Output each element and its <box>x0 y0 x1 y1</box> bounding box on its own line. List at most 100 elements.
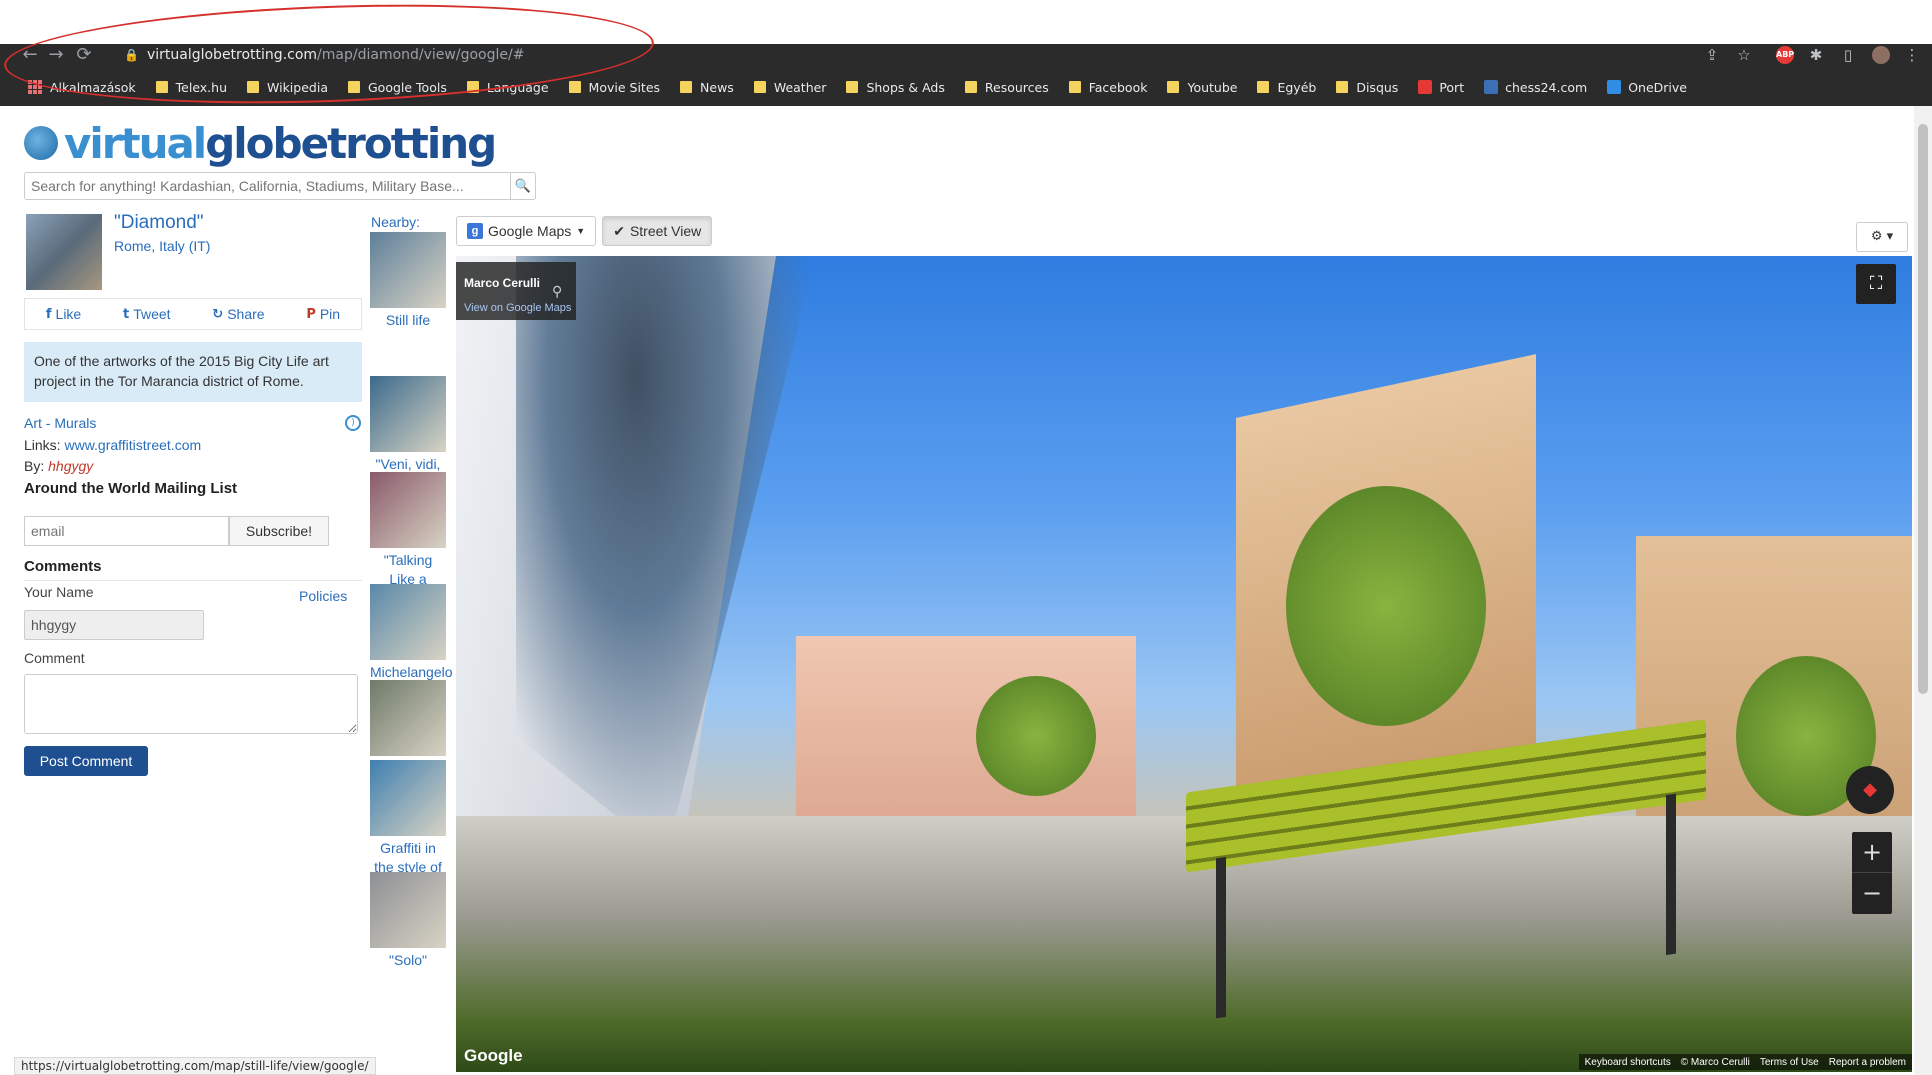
bookmark-item[interactable]: Resources <box>964 80 1049 95</box>
bookmark-item[interactable]: Youtube <box>1167 80 1237 95</box>
nearby-thumbnail[interactable] <box>370 872 446 948</box>
policies-link[interactable]: Policies <box>299 588 347 604</box>
google-maps-label: Google Maps <box>488 223 572 239</box>
nearby-label-link[interactable]: Still life <box>370 311 446 330</box>
scrollbar-thumb[interactable] <box>1918 124 1928 694</box>
nearby-item[interactable]: "Solo" <box>370 872 446 970</box>
search-button[interactable]: 🔍 <box>510 172 536 200</box>
bookmark-item[interactable]: Shops & Ads <box>846 79 945 95</box>
comment-textarea[interactable] <box>24 674 358 734</box>
zoom-control: + − <box>1852 832 1892 914</box>
subscribe-button[interactable]: Subscribe! <box>229 516 329 546</box>
side-panel-icon[interactable]: ▯ <box>1838 45 1858 65</box>
name-field[interactable] <box>24 610 204 640</box>
bookmark-item[interactable]: Port <box>1418 80 1464 95</box>
bookmark-item[interactable]: Language <box>466 79 549 95</box>
nearby-thumbnail[interactable] <box>370 584 446 660</box>
your-name-label: Your Name <box>24 584 94 600</box>
nearby-thumbnail[interactable] <box>370 376 446 452</box>
logo-part2: globetrotting <box>205 118 497 168</box>
nearby-thumbnail[interactable] <box>370 680 446 756</box>
caret-down-icon: ▼ <box>576 226 586 236</box>
folder-icon <box>1336 81 1349 93</box>
share-page-icon[interactable]: ⇪ <box>1702 45 1722 65</box>
reload-icon[interactable]: ⟳ <box>70 46 98 64</box>
folder-icon <box>347 81 360 93</box>
reddit-share-button[interactable]: ↻ Share <box>212 306 264 322</box>
bookmark-item[interactable]: Disqus <box>1336 80 1398 95</box>
bookmark-item[interactable]: Movie Sites <box>568 80 660 95</box>
browser-menu-icon[interactable]: ⋮ <box>1902 45 1922 65</box>
map-toolbar: g Google Maps ▼ ✔ Street View <box>456 216 713 246</box>
back-icon[interactable]: ← <box>16 46 44 64</box>
pin-button[interactable]: P Pin <box>306 306 340 322</box>
category-link[interactable]: Art - Murals <box>24 415 96 431</box>
bookmark-item[interactable]: chess24.com <box>1484 80 1587 95</box>
profile-avatar[interactable] <box>1872 46 1890 64</box>
bookmark-label: Shops & Ads <box>866 79 945 95</box>
rss-icon[interactable]: ) <box>345 415 361 431</box>
url-bar[interactable]: 🔒 virtualglobetrotting.com/map/diamond/vi… <box>124 46 1684 64</box>
bookmark-item[interactable]: OneDrive <box>1607 80 1687 95</box>
street-view-button[interactable]: ✔ Street View <box>602 216 713 246</box>
google-maps-dropdown[interactable]: g Google Maps ▼ <box>456 216 597 246</box>
logo-part1: virtual <box>64 118 207 168</box>
adblock-extension-icon[interactable]: ABP <box>1776 46 1794 64</box>
fullscreen-button[interactable]: ⛶ <box>1856 264 1896 304</box>
photo-author[interactable]: Marco Cerulli <box>464 276 540 290</box>
post-comment-button[interactable]: Post Comment <box>24 746 148 776</box>
street-view-label: Street View <box>629 223 702 239</box>
forward-icon[interactable]: → <box>42 46 70 64</box>
comment-label: Comment <box>24 650 85 666</box>
ground <box>456 816 1912 1072</box>
bookmark-label: Alkalmazások <box>50 79 136 95</box>
search-input[interactable] <box>24 172 510 200</box>
place-thumbnail[interactable] <box>26 214 102 290</box>
nearby-thumbnail[interactable] <box>370 760 446 836</box>
email-field[interactable] <box>24 516 229 546</box>
nearby-thumbnail[interactable] <box>370 232 446 308</box>
bookmark-item[interactable]: Wikipedia <box>247 80 328 95</box>
location-pin-icon[interactable]: ⚲ <box>552 284 562 300</box>
bookmark-item[interactable]: Google Tools <box>347 80 447 95</box>
compass-control[interactable]: ◆ <box>1846 766 1894 814</box>
terms-of-use-link[interactable]: Terms of Use <box>1760 1057 1819 1068</box>
site-logo[interactable]: virtual globetrotting <box>24 118 497 168</box>
bookmark-item[interactable]: Weather <box>753 80 826 95</box>
bookmark-star-icon[interactable]: ☆ <box>1734 45 1754 65</box>
street-view-panorama[interactable]: Marco Cerulli View on Google Maps ⚲ ⛶ ◆ … <box>456 256 1912 1072</box>
bookmark-item[interactable]: Telex.hu <box>155 80 227 95</box>
external-link[interactable]: www.graffitistreet.com <box>64 437 201 453</box>
share-bar: f Like t Tweet ↻ Share P Pin <box>24 298 362 330</box>
nearby-thumbnail[interactable] <box>370 472 446 548</box>
tweet-label: Tweet <box>133 306 171 322</box>
place-location-link[interactable]: Rome, Italy (IT) <box>114 238 210 254</box>
divider <box>24 580 362 581</box>
bookmark-item[interactable]: News <box>680 80 734 95</box>
bookmark-label: Language <box>486 79 549 95</box>
zoom-out-button[interactable]: − <box>1852 873 1892 914</box>
bookmark-item[interactable]: Facebook <box>1068 79 1148 95</box>
settings-dropdown[interactable]: ⚙ ▾ <box>1856 222 1908 252</box>
zoom-in-button[interactable]: + <box>1852 832 1892 873</box>
nearby-item[interactable]: Still life <box>370 232 446 330</box>
folder-icon <box>1167 81 1180 93</box>
nearby-label-link[interactable]: "Solo" <box>370 951 446 970</box>
page: virtual globetrotting 🔍 "Diamond" Rome, … <box>0 106 1932 1075</box>
bookmark-item[interactable]: Egyéb <box>1257 80 1316 95</box>
url-path: /map/diamond/view/google/# <box>317 47 525 63</box>
bookmark-item[interactable]: Alkalmazások <box>28 80 136 95</box>
bookmark-label: Egyéb <box>1277 79 1317 95</box>
bookmark-label: Facebook <box>1088 79 1148 95</box>
report-problem-link[interactable]: Report a problem <box>1829 1057 1906 1068</box>
bookmark-label: News <box>700 79 734 95</box>
keyboard-shortcuts-link[interactable]: Keyboard shortcuts <box>1585 1057 1671 1068</box>
view-on-google-maps-link[interactable]: View on Google Maps <box>464 302 571 314</box>
like-button[interactable]: f Like <box>46 306 81 322</box>
bookmark-label: Youtube <box>1187 79 1238 95</box>
extensions-icon[interactable]: ✱ <box>1806 45 1826 65</box>
map-footer: Keyboard shortcuts © Marco Cerulli Terms… <box>1578 1054 1912 1070</box>
check-icon: ✔ <box>613 222 625 239</box>
author-link[interactable]: hhgygy <box>48 458 93 474</box>
tweet-button[interactable]: t Tweet <box>123 306 171 322</box>
